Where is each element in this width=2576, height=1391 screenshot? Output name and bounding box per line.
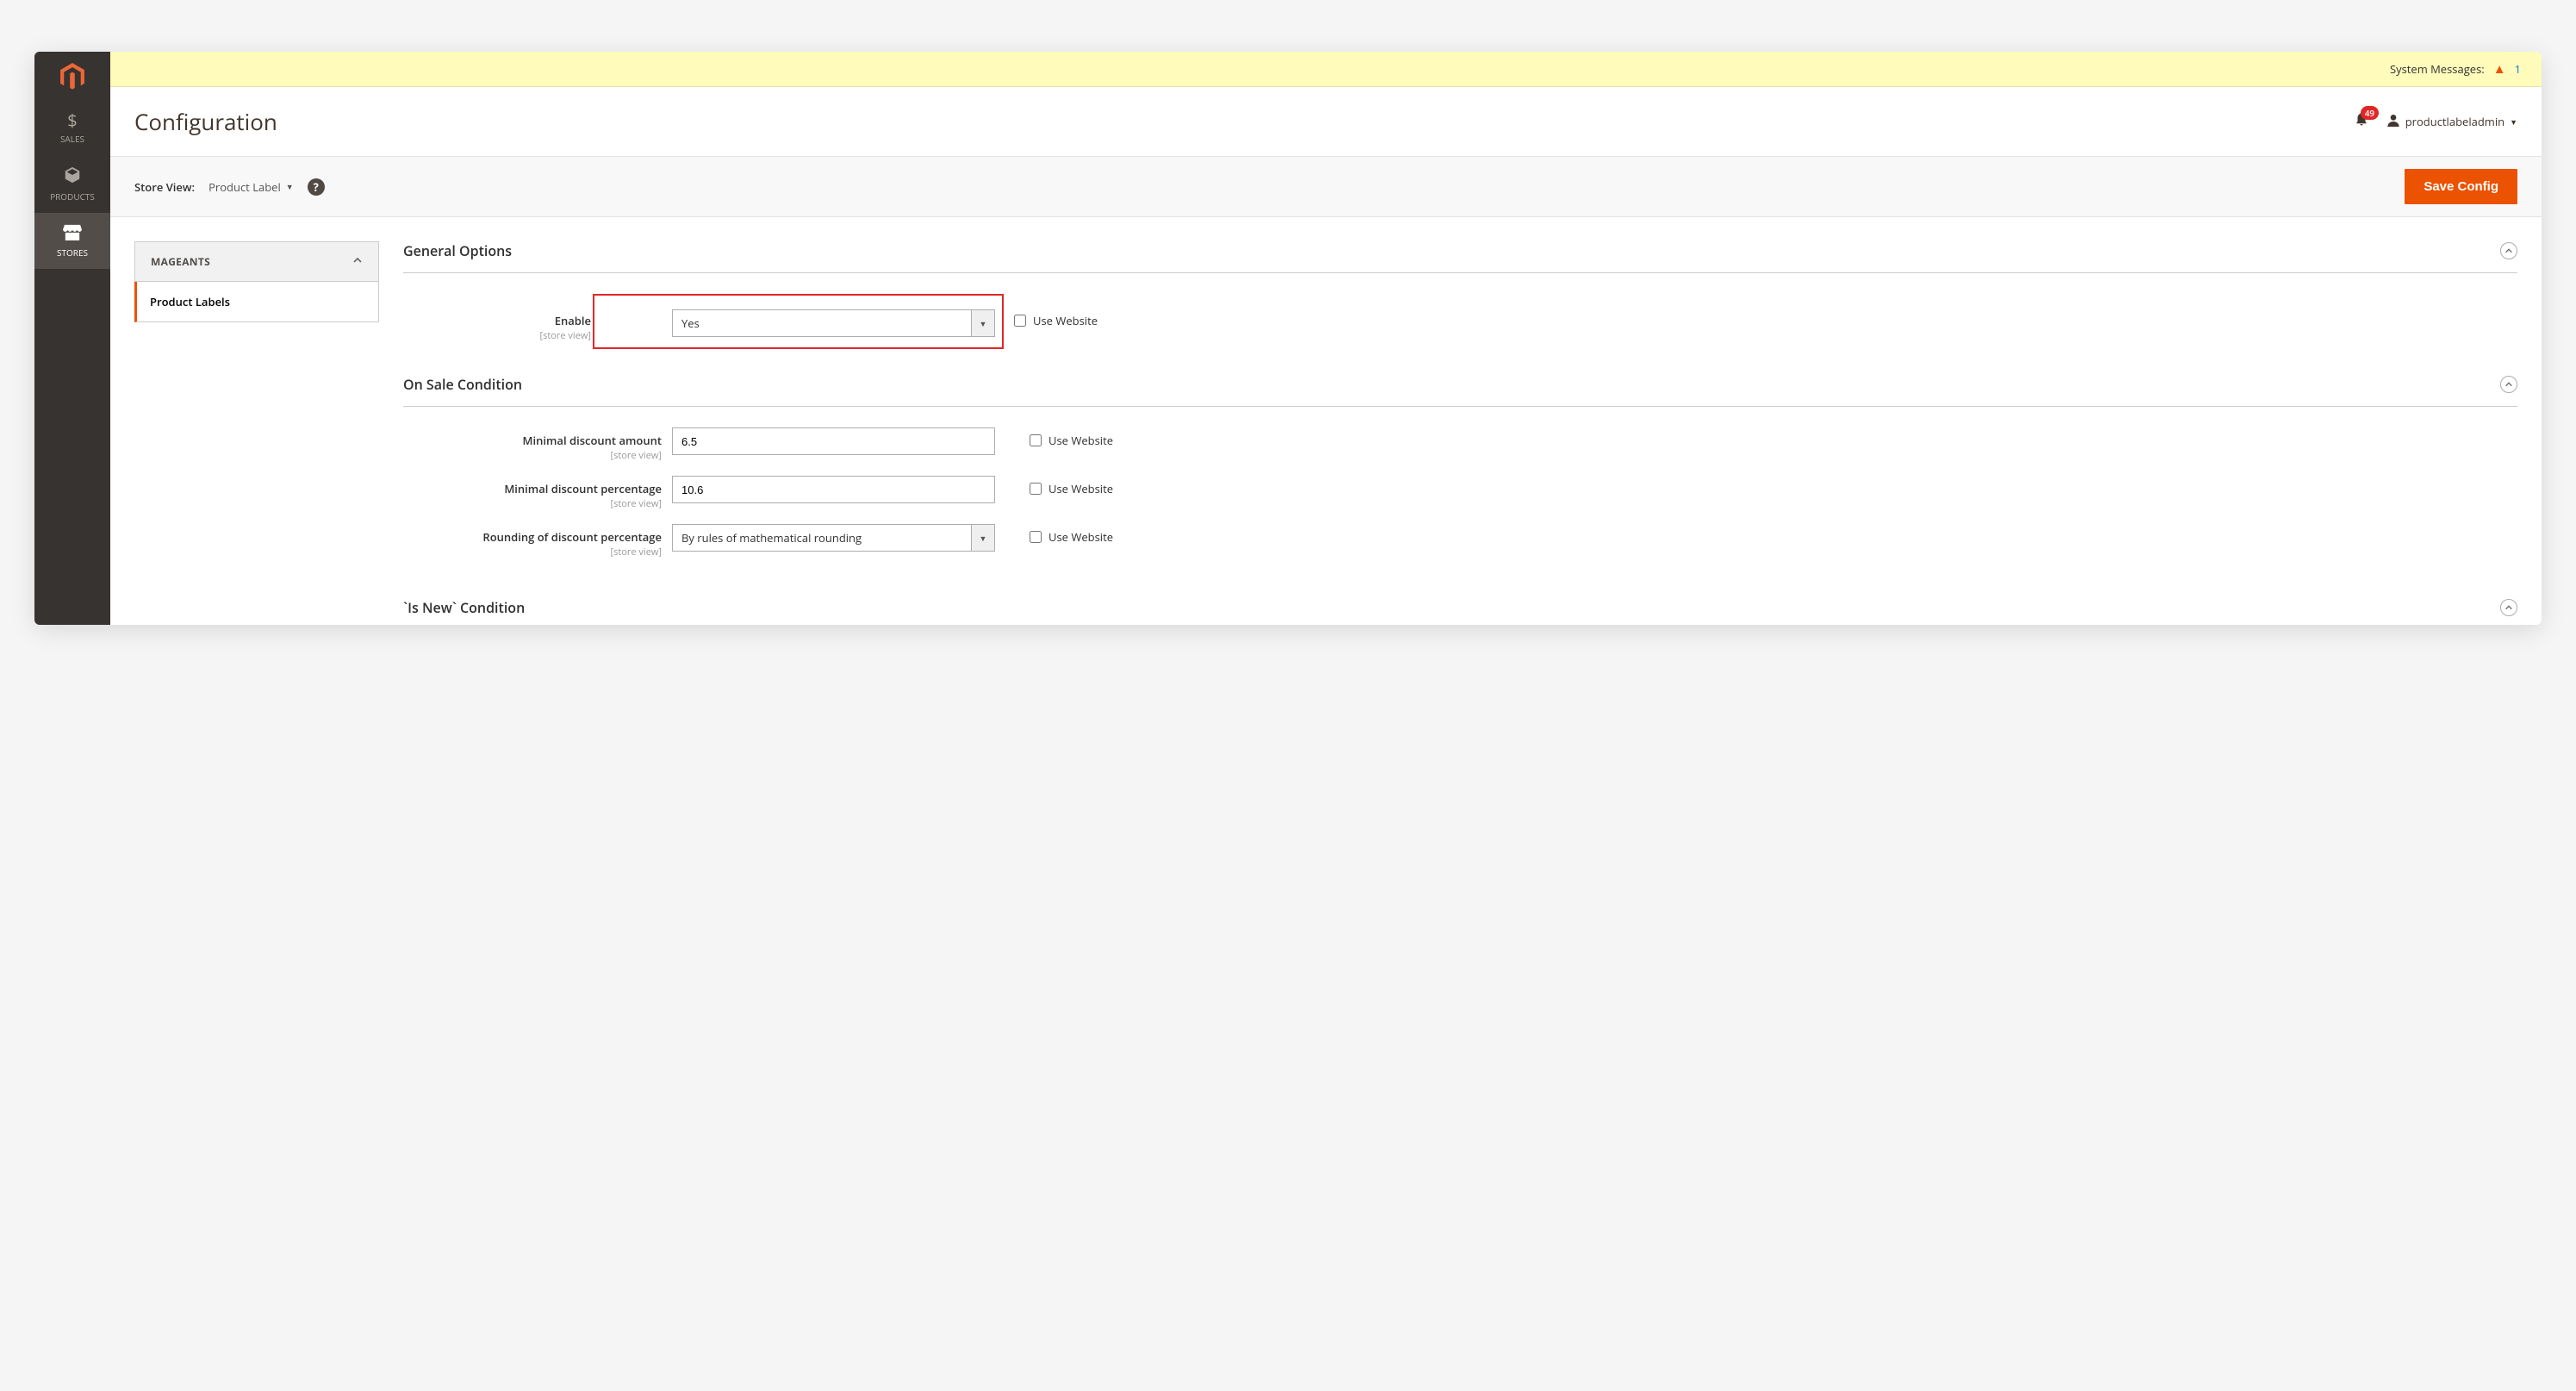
- store-icon: [63, 223, 82, 243]
- section-head-isnew[interactable]: `Is New` Condition: [403, 598, 2517, 625]
- nav-item-product-labels[interactable]: Product Labels: [134, 282, 379, 322]
- section-on-sale-condition: On Sale Condition Minimal discount amoun…: [403, 375, 2517, 581]
- field-scope: [store view]: [403, 497, 662, 510]
- sidebar-item-label: PRODUCTS: [50, 190, 95, 203]
- field-scope: [store view]: [403, 546, 662, 558]
- header-actions: 49 productlabeladmin ▼: [2354, 111, 2517, 132]
- use-website-label: Use Website: [1048, 433, 1113, 448]
- save-config-button[interactable]: Save Config: [2405, 169, 2517, 204]
- select-value: Yes: [672, 309, 971, 337]
- rounding-select[interactable]: By rules of mathematical rounding ▼: [672, 524, 995, 552]
- enable-select[interactable]: Yes ▼: [672, 309, 995, 337]
- cube-icon: [63, 165, 82, 187]
- min-discount-amount-input[interactable]: [672, 427, 995, 455]
- user-name: productlabeladmin: [2405, 114, 2504, 129]
- nav-section-mageants[interactable]: MAGEANTS: [134, 241, 379, 282]
- collapse-icon: [2500, 599, 2517, 616]
- dropdown-caret-icon: ▼: [971, 309, 995, 337]
- field-label: Rounding of discount percentage: [482, 529, 662, 545]
- store-view-label: Store View:: [134, 179, 195, 195]
- page-header: Configuration 49 productlabeladmin ▼: [110, 87, 2542, 156]
- config-tabs-nav: MAGEANTS Product Labels: [134, 241, 379, 601]
- content-area: MAGEANTS Product Labels General Options: [110, 217, 2542, 625]
- section-title: `Is New` Condition: [403, 598, 525, 617]
- user-menu[interactable]: productlabeladmin ▼: [2386, 113, 2517, 130]
- admin-sidebar: $ SALES PRODUCTS STORES: [34, 52, 110, 625]
- use-website-label: Use Website: [1048, 529, 1113, 545]
- page-title: Configuration: [134, 106, 277, 137]
- section-title: General Options: [403, 241, 512, 260]
- nav-item-label: Product Labels: [150, 294, 230, 309]
- warning-icon: ▲: [2493, 60, 2506, 78]
- notifications-button[interactable]: 49: [2354, 111, 2369, 132]
- user-icon: [2386, 113, 2400, 130]
- main-area: System Messages: ▲ 1 Configuration 49 pr…: [110, 52, 2542, 625]
- select-value: By rules of mathematical rounding: [672, 524, 971, 552]
- dollar-icon: $: [67, 112, 77, 129]
- field-label: Minimal discount amount: [523, 433, 662, 448]
- app-frame: $ SALES PRODUCTS STORES System Messages:…: [34, 52, 2542, 625]
- use-website-checkbox[interactable]: [1030, 434, 1042, 446]
- nav-section-label: MAGEANTS: [151, 254, 210, 269]
- use-website-min-percent[interactable]: Use Website: [1005, 476, 1113, 496]
- field-label-enable: Enable: [555, 313, 591, 328]
- caret-down-icon: ▼: [286, 181, 294, 192]
- system-messages-count[interactable]: 1: [2515, 61, 2521, 77]
- min-discount-percent-input[interactable]: [672, 476, 995, 503]
- section-title: On Sale Condition: [403, 375, 522, 394]
- sidebar-item-stores[interactable]: STORES: [34, 213, 110, 269]
- toolbar-left: Store View: Product Label ▼ ?: [134, 178, 325, 196]
- store-view-value: Product Label: [208, 179, 281, 195]
- use-website-checkbox[interactable]: [1030, 531, 1042, 543]
- magento-logo[interactable]: [34, 52, 110, 102]
- system-messages-bar: System Messages: ▲ 1: [110, 52, 2542, 87]
- field-row-rounding: Rounding of discount percentage [store v…: [403, 524, 2517, 558]
- use-website-min-amount[interactable]: Use Website: [1005, 427, 1113, 448]
- section-head-onsale[interactable]: On Sale Condition: [403, 375, 2517, 406]
- field-label: Minimal discount percentage: [504, 481, 662, 496]
- use-website-checkbox[interactable]: [1014, 315, 1026, 327]
- sidebar-item-sales[interactable]: $ SALES: [34, 102, 110, 155]
- chevron-up-icon: [352, 254, 363, 269]
- use-website-rounding[interactable]: Use Website: [1005, 524, 1113, 545]
- field-control-enable: Yes ▼: [672, 309, 995, 337]
- collapse-icon: [2500, 242, 2517, 259]
- field-row-min-percent: Minimal discount percentage [store view]…: [403, 476, 2517, 510]
- field-scope: [store view]: [403, 329, 591, 342]
- use-website-label: Use Website: [1033, 313, 1098, 328]
- help-icon[interactable]: ?: [308, 178, 325, 196]
- highlight-box: Yes ▼: [593, 294, 1004, 349]
- store-view-select[interactable]: Product Label ▼: [208, 179, 294, 195]
- notification-badge: 49: [2361, 106, 2379, 120]
- sidebar-item-label: STORES: [57, 246, 88, 259]
- section-body: Minimal discount amount [store view] Use…: [403, 406, 2517, 581]
- sidebar-item-label: SALES: [60, 133, 84, 145]
- field-row-min-amount: Minimal discount amount [store view] Use…: [403, 427, 2517, 462]
- use-website-enable[interactable]: Use Website: [1005, 294, 1098, 328]
- toolbar: Store View: Product Label ▼ ? Save Confi…: [110, 156, 2542, 217]
- field-scope: [store view]: [403, 449, 662, 462]
- section-body: Enable [store view] Yes ▼: [403, 272, 2517, 358]
- caret-down-icon: ▼: [2510, 116, 2517, 128]
- section-head-general[interactable]: General Options: [403, 241, 2517, 272]
- use-website-checkbox[interactable]: [1030, 483, 1042, 495]
- dropdown-caret-icon: ▼: [971, 524, 995, 552]
- collapse-icon: [2500, 376, 2517, 393]
- magento-logo-icon: [60, 63, 84, 90]
- system-messages-label: System Messages:: [2390, 61, 2485, 77]
- section-general-options: General Options Enable [store view]: [403, 241, 2517, 358]
- section-is-new-condition: `Is New` Condition Use `New from Date` a…: [403, 598, 2517, 625]
- use-website-label: Use Website: [1048, 481, 1113, 496]
- sidebar-item-products[interactable]: PRODUCTS: [34, 155, 110, 213]
- form-area: General Options Enable [store view]: [403, 241, 2517, 601]
